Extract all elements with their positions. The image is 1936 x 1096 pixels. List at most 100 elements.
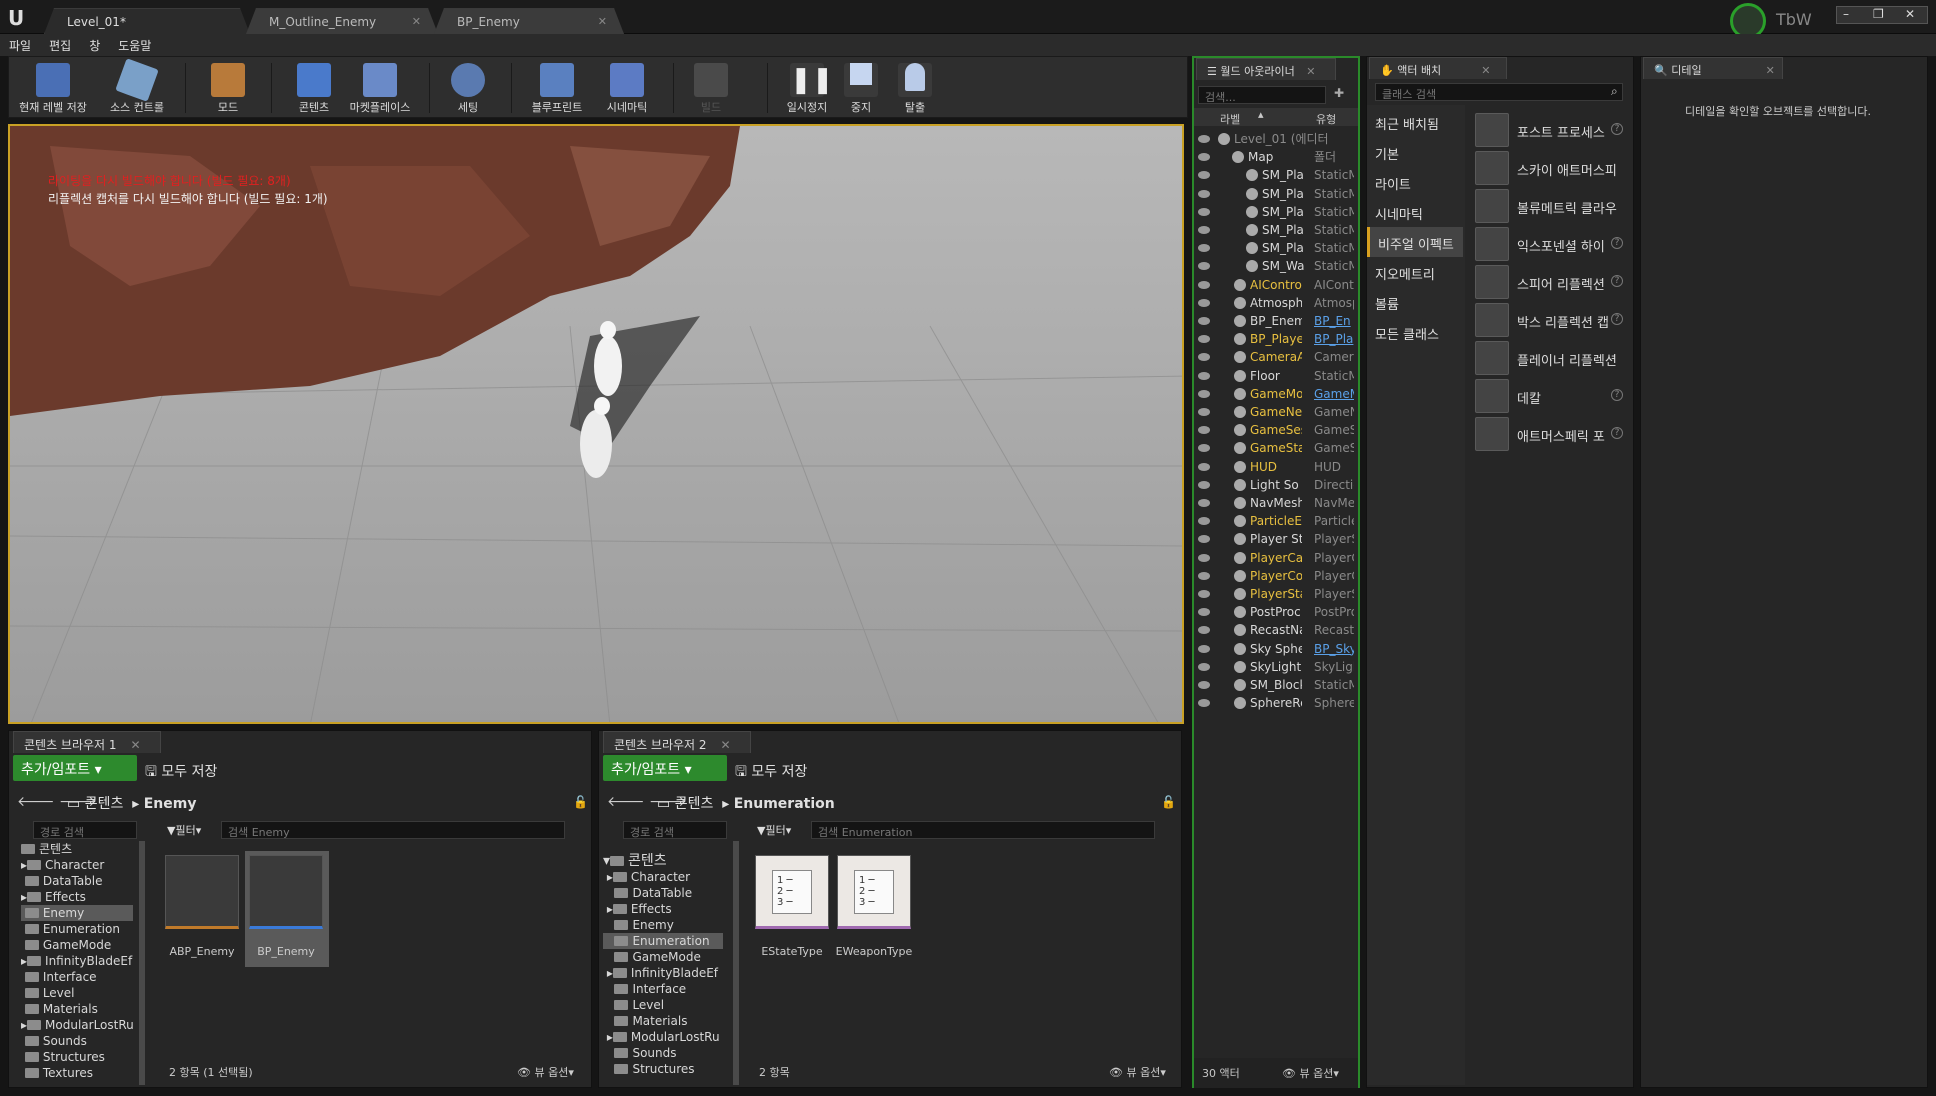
folder-item[interactable]: ▸ Character	[21, 857, 133, 873]
category-geometry[interactable]: 지오메트리	[1367, 257, 1463, 287]
visibility-eye-icon[interactable]	[1198, 408, 1210, 416]
outliner-row[interactable]: SM_Pla StaticM	[1194, 203, 1354, 221]
marketplace-button[interactable]: 마켓플레이스	[337, 57, 423, 117]
level-viewport[interactable]: 라이팅을 다시 빌드해야 합니다 (빌드 필요: 8개) 리플렉션 캡처를 다시…	[8, 124, 1184, 724]
asset-thumbnail[interactable]	[165, 855, 239, 929]
visibility-eye-icon[interactable]	[1198, 644, 1210, 653]
folder-scrollbar[interactable]	[139, 841, 145, 1085]
folder-item[interactable]: Level	[603, 997, 723, 1013]
asset-thumbnail-selected[interactable]	[249, 855, 323, 929]
folder-item[interactable]: ▸ Character	[603, 869, 723, 885]
category-volumes[interactable]: 볼륨	[1367, 287, 1463, 317]
tab-place-actors[interactable]: ✋ 액터 배치 ✕	[1369, 57, 1507, 79]
close-icon[interactable]: ✕	[1306, 65, 1315, 78]
col-type[interactable]: 유형	[1316, 111, 1336, 127]
close-icon[interactable]: ✕	[1766, 64, 1775, 77]
category-lights[interactable]: 라이트	[1367, 167, 1463, 197]
folder-item[interactable]: ▸ InfinityBladeEf	[603, 965, 723, 981]
add-actor-icon[interactable]: ✚	[1334, 86, 1344, 100]
folder-item[interactable]: ▸ ModularLostRu	[603, 1029, 723, 1045]
menu-file[interactable]: 파일	[0, 34, 40, 54]
eject-button[interactable]: 탈출	[881, 57, 949, 117]
unreal-logo-icon[interactable]: U	[8, 6, 34, 30]
visibility-eye-icon[interactable]	[1198, 608, 1210, 617]
enum-asset-thumbnail[interactable]: 1 ─ 2 ─ 3 ─	[837, 855, 911, 929]
visibility-eye-icon[interactable]	[1198, 662, 1210, 671]
folder-item[interactable]: Structures	[603, 1061, 723, 1077]
visibility-eye-icon[interactable]	[1198, 444, 1210, 453]
visibility-eye-icon[interactable]	[1198, 153, 1210, 162]
help-icon[interactable]: ?	[1611, 123, 1623, 135]
visibility-eye-icon[interactable]	[1198, 517, 1210, 526]
tab-world-outliner[interactable]: ☰ 월드 아웃라이너 ✕	[1196, 58, 1336, 80]
view-options-button[interactable]: 👁 뷰 옵션▾	[1109, 1064, 1166, 1080]
outliner-row[interactable]: SkyLight SkyLigh	[1194, 658, 1354, 676]
lock-icon[interactable]: 🔓	[573, 795, 588, 809]
visibility-eye-icon[interactable]	[1198, 189, 1210, 198]
folder-item[interactable]: DataTable	[603, 885, 723, 901]
build-button[interactable]: 빌드	[677, 57, 745, 117]
save-level-button[interactable]: 현재 레벨 저장	[13, 57, 93, 117]
placeable-item[interactable]: 스카이 애트머스피어	[1471, 149, 1631, 189]
folder-item[interactable]: ▾ 콘텐츠	[603, 853, 723, 869]
outliner-row[interactable]: Sky Sphe BP_Sky	[1194, 640, 1354, 658]
folder-item[interactable]: Sounds	[603, 1045, 723, 1061]
outliner-row[interactable]: GameNet GameN	[1194, 403, 1354, 421]
category-cinematic[interactable]: 시네마틱	[1367, 197, 1463, 227]
settings-button[interactable]: 세팅	[433, 57, 503, 117]
outliner-search-input[interactable]: 검색...	[1198, 86, 1326, 104]
help-icon[interactable]: ?	[1611, 389, 1623, 401]
close-icon[interactable]: ✕	[131, 738, 141, 752]
outliner-row[interactable]: Light So Directio	[1194, 476, 1354, 494]
visibility-eye-icon[interactable]	[1198, 681, 1210, 689]
close-icon[interactable]: ✕	[598, 15, 607, 28]
cinematics-button[interactable]: 시네마틱	[587, 57, 667, 117]
placeable-item[interactable]: 박스 리플렉션 캡?	[1471, 301, 1631, 341]
close-icon[interactable]: ✕	[412, 15, 421, 28]
filter-button[interactable]: ▼필터▾	[167, 822, 201, 838]
outliner-row[interactable]: PlayerCo PlayerC	[1194, 567, 1354, 585]
visibility-eye-icon[interactable]	[1198, 626, 1210, 635]
visibility-eye-icon[interactable]	[1198, 590, 1210, 598]
outliner-row[interactable]: AIControl AIContr	[1194, 276, 1354, 294]
breadcrumb[interactable]: ▭ 콘텐츠 ▸ Enumeration	[657, 793, 835, 813]
path-search-input[interactable]: 경로 검색	[33, 821, 137, 839]
tab-content-browser-2[interactable]: 콘텐츠 브라우저 2 ✕	[603, 731, 751, 753]
visibility-eye-icon[interactable]	[1198, 699, 1210, 708]
class-search-input[interactable]: 클래스 검색	[1375, 83, 1623, 101]
visibility-eye-icon[interactable]	[1198, 280, 1210, 289]
outliner-row[interactable]: GameMo GameM	[1194, 385, 1354, 403]
add-import-button[interactable]: 추가/임포트 ▾	[13, 755, 137, 781]
modes-button[interactable]: 모드	[193, 57, 263, 117]
tab-details[interactable]: 🔍 디테일 ✕	[1643, 57, 1783, 79]
folder-item[interactable]: Interface	[603, 981, 723, 997]
tab-bp-enemy[interactable]: BP_Enemy ✕	[434, 8, 624, 34]
outliner-row[interactable]: Player St PlayerS	[1194, 530, 1354, 548]
placeable-item[interactable]: 데칼?	[1471, 377, 1631, 417]
asset-search-input[interactable]: 검색 Enemy	[221, 821, 565, 839]
folder-item[interactable]: DataTable	[21, 873, 133, 889]
visibility-eye-icon[interactable]	[1198, 171, 1210, 180]
view-options-button[interactable]: 👁 뷰 옵션▾	[517, 1064, 574, 1080]
maximize-icon[interactable]: ❐	[1873, 7, 1884, 21]
lock-icon[interactable]: 🔓	[1161, 795, 1176, 809]
close-window-icon[interactable]: ✕	[1905, 7, 1915, 21]
outliner-row[interactable]: Map 폴더	[1194, 148, 1354, 166]
search-icon[interactable]: ⌕	[1611, 84, 1618, 99]
filter-button[interactable]: ▼필터▾	[757, 822, 791, 838]
folder-item[interactable]: GameMode	[21, 937, 133, 953]
outliner-row[interactable]: GameSta GameSt	[1194, 439, 1354, 457]
folder-scrollbar[interactable]	[733, 841, 739, 1085]
placeable-item[interactable]: 플레이너 리플렉션	[1471, 339, 1631, 379]
placeable-item[interactable]: 익스포넨셜 하이?	[1471, 225, 1631, 265]
folder-item[interactable]: ▸ Effects	[603, 901, 723, 917]
minimize-icon[interactable]: –	[1843, 7, 1849, 21]
folder-item[interactable]: GameMode	[603, 949, 723, 965]
visibility-eye-icon[interactable]	[1198, 244, 1210, 253]
visibility-eye-icon[interactable]	[1198, 535, 1210, 544]
placeable-item[interactable]: 애트머스페릭 포?	[1471, 415, 1631, 455]
folder-item[interactable]: Materials	[21, 1001, 133, 1017]
visibility-eye-icon[interactable]	[1198, 462, 1210, 471]
folder-item-selected[interactable]: Enemy	[21, 905, 133, 921]
asset-search-input[interactable]: 검색 Enumeration	[811, 821, 1155, 839]
